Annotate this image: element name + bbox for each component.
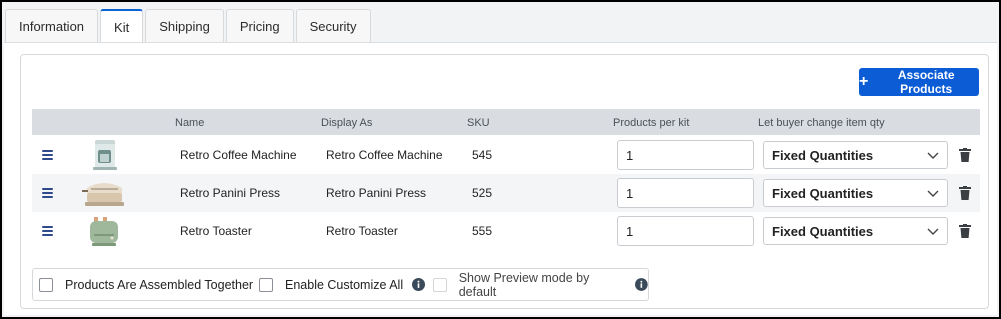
- window-frame: Information Kit Shipping Pricing Securit…: [0, 0, 1001, 319]
- row-display-as: Retro Panini Press: [326, 186, 427, 200]
- table-row: Retro Panini Press Retro Panini Press 52…: [32, 174, 980, 212]
- products-per-kit-input[interactable]: [617, 140, 754, 170]
- toaster-image: [90, 217, 118, 246]
- qty-mode-value: Fixed Quantities: [772, 147, 874, 163]
- tab-label: Security: [309, 18, 357, 34]
- kit-options: Products Are Assembled Together Enable C…: [32, 268, 649, 301]
- assembled-checkbox[interactable]: [39, 277, 53, 292]
- row-name: Retro Panini Press: [180, 186, 281, 200]
- trash-icon[interactable]: [959, 224, 971, 238]
- header-display-as: Display As: [321, 117, 373, 129]
- tab-kit[interactable]: Kit: [100, 9, 144, 43]
- row-sku: 545: [472, 148, 493, 162]
- qty-mode-value: Fixed Quantities: [772, 185, 874, 201]
- row-sku: 555: [472, 224, 493, 238]
- table-header: Name Display As SKU Products per kit Let…: [32, 109, 980, 135]
- drag-handle-icon[interactable]: [37, 183, 57, 203]
- tab-information[interactable]: Information: [5, 9, 99, 42]
- panini-press-image: [82, 183, 124, 206]
- tab-label: Shipping: [159, 18, 210, 34]
- kit-panel: + Associate Products Name Display As SKU…: [20, 54, 989, 309]
- customize-all-label: Enable Customize All: [285, 277, 404, 292]
- header-sku: SKU: [467, 117, 490, 129]
- qty-mode-value: Fixed Quantities: [772, 223, 874, 239]
- chevron-down-icon: [927, 190, 939, 197]
- table-row: Retro Toaster Retro Toaster 555 Fixed Qu…: [32, 212, 980, 250]
- tab-content: + Associate Products Name Display As SKU…: [4, 43, 997, 315]
- header-products-per-kit: Products per kit: [613, 117, 690, 129]
- header-name: Name: [175, 117, 205, 129]
- customize-all-checkbox[interactable]: [259, 277, 273, 292]
- associate-products-label: Associate Products: [897, 68, 955, 96]
- plus-icon: +: [859, 73, 869, 90]
- products-per-kit-input[interactable]: [617, 178, 754, 208]
- tab-shipping[interactable]: Shipping: [145, 9, 224, 42]
- associate-products-button[interactable]: + Associate Products: [859, 68, 979, 96]
- tab-label: Kit: [114, 19, 130, 35]
- row-name: Retro Toaster: [180, 224, 252, 238]
- tab-bar: Information Kit Shipping Pricing Securit…: [5, 9, 371, 43]
- table-row: Retro Coffee Machine Retro Coffee Machin…: [32, 136, 980, 174]
- row-name: Retro Coffee Machine: [180, 148, 297, 162]
- drag-handle-icon[interactable]: [37, 145, 57, 165]
- option-preview-mode: Show Preview mode by default: [433, 269, 648, 300]
- trash-icon[interactable]: [959, 148, 971, 162]
- row-sku: 525: [472, 186, 493, 200]
- info-icon[interactable]: [412, 278, 426, 291]
- assembled-label: Products Are Assembled Together: [65, 277, 254, 292]
- tab-label: Information: [19, 18, 85, 34]
- row-display-as: Retro Coffee Machine: [326, 148, 443, 162]
- qty-mode-select[interactable]: Fixed Quantities: [763, 141, 948, 169]
- tab-security[interactable]: Security: [295, 9, 371, 42]
- info-icon[interactable]: [635, 278, 648, 291]
- drag-handle-icon[interactable]: [37, 221, 57, 241]
- tab-pricing[interactable]: Pricing: [225, 9, 294, 42]
- chevron-down-icon: [927, 228, 939, 235]
- chevron-down-icon: [927, 152, 939, 159]
- header-buyer-change-qty: Let buyer change item qty: [758, 117, 885, 129]
- preview-mode-label: Show Preview mode by default: [458, 270, 590, 299]
- preview-mode-checkbox[interactable]: [433, 277, 447, 292]
- option-assembled: Products Are Assembled Together: [39, 269, 253, 300]
- products-per-kit-input[interactable]: [617, 216, 754, 246]
- tab-label: Pricing: [239, 18, 280, 34]
- option-customize-all: Enable Customize All: [259, 269, 426, 300]
- coffee-machine-image: [93, 140, 117, 170]
- qty-mode-select[interactable]: Fixed Quantities: [763, 179, 948, 207]
- row-display-as: Retro Toaster: [326, 224, 398, 238]
- trash-icon[interactable]: [959, 186, 971, 200]
- qty-mode-select[interactable]: Fixed Quantities: [763, 217, 948, 245]
